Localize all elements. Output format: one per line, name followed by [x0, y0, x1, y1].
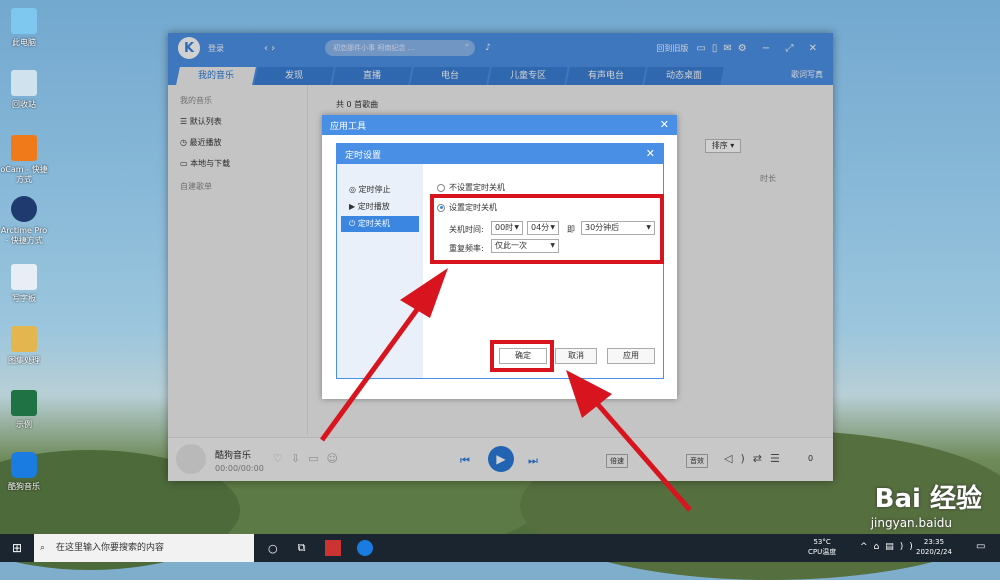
annotation-arrows: [319, 268, 692, 512]
tray-icons[interactable]: ^⌂▤)): [860, 542, 919, 552]
windows-start-icon[interactable]: ⊞: [12, 541, 22, 555]
arrow-to-ok: [592, 398, 692, 512]
taskbar: ⊞ ⌕ 在这里输入你要搜索的内容 ○ ⧉ 53°C CPU温度 ^⌂▤)) 23:3…: [0, 534, 1000, 562]
jingyan-watermark: jingyan.baidu: [870, 516, 952, 530]
kugou-taskbar-icon[interactable]: [357, 540, 374, 556]
cpu-temp: 53°C CPU温度: [808, 538, 837, 556]
taskbar-search-input[interactable]: ⌕ 在这里输入你要搜索的内容: [34, 534, 254, 562]
search-icon: ⌕: [40, 543, 46, 553]
task-view-icon[interactable]: ⧉: [298, 541, 306, 555]
arrow-head: [400, 268, 448, 318]
baidu-watermark: Bai 经验: [874, 484, 982, 514]
app-taskbar-icon[interactable]: [325, 540, 342, 556]
clock[interactable]: 23:35 2020/2/24: [916, 537, 952, 557]
notification-icon[interactable]: ▭: [976, 541, 985, 552]
arrow-to-settings: [319, 298, 427, 442]
cortana-icon[interactable]: ○: [268, 542, 278, 555]
